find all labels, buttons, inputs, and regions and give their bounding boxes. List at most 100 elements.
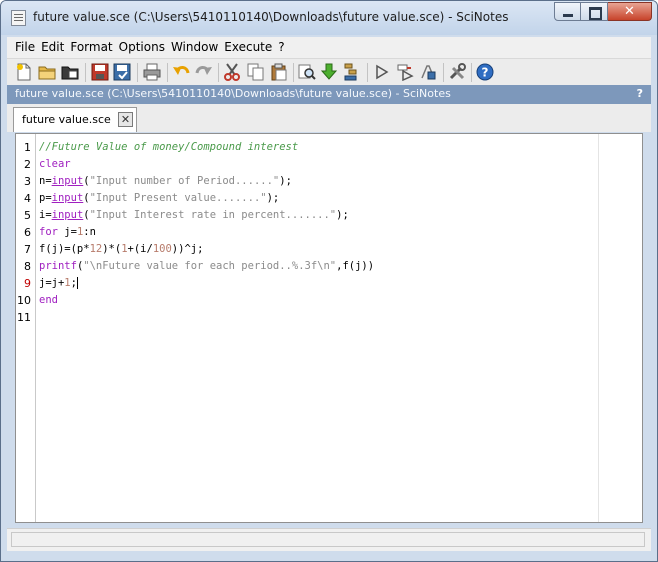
close-button[interactable]: ✕	[608, 2, 652, 21]
code-line[interactable]: 8 printf("\nFuture value for each period.…	[16, 258, 642, 275]
stop-button[interactable]	[419, 63, 437, 81]
line-number: 5	[24, 209, 31, 222]
execute-file-button[interactable]	[320, 63, 338, 81]
save-as-button[interactable]	[113, 63, 131, 81]
line-number: 8	[24, 260, 31, 273]
menu-edit[interactable]: Edit	[38, 37, 67, 58]
open-file-icon	[61, 66, 79, 80]
code-token: "Input Interest rate in percent......."	[89, 209, 337, 221]
code-token: )*(	[102, 243, 122, 255]
code-token: ,f(j))	[336, 260, 375, 272]
line-number: 7	[24, 243, 31, 256]
code-token: for	[39, 226, 58, 238]
toolbar-separator	[137, 63, 138, 82]
code-token: input	[51, 209, 84, 221]
open-folder-button[interactable]	[38, 63, 56, 81]
print-button[interactable]	[143, 63, 161, 81]
help-button[interactable]: ?	[476, 63, 494, 81]
line-number: 11	[17, 311, 31, 324]
menu-file[interactable]: File	[7, 37, 38, 58]
menu-execute[interactable]: Execute	[221, 37, 275, 58]
tab-close-icon[interactable]: ✕	[118, 112, 133, 127]
save-button[interactable]	[91, 63, 109, 81]
execute-file-icon	[320, 63, 338, 80]
code-token: input	[51, 175, 84, 187]
code-line[interactable]: 1 //Future Value of money/Compound intere…	[16, 139, 642, 156]
stop-icon	[421, 65, 436, 80]
code-line[interactable]: 11	[16, 309, 642, 326]
line-number: 10	[17, 294, 31, 307]
tab-future-value[interactable]: future value.sce ✕	[13, 107, 137, 132]
line-code: n=input("Input number of Period......");	[39, 173, 292, 190]
code-token: 100	[152, 243, 172, 255]
find-button[interactable]	[298, 63, 316, 81]
open-file-button[interactable]	[61, 63, 79, 81]
scinotes-app-icon	[11, 10, 26, 26]
menu-window[interactable]: Window	[168, 37, 221, 58]
execute-selection-button[interactable]	[343, 63, 361, 81]
line-code: end	[39, 292, 58, 309]
line-number: 9	[24, 277, 31, 290]
redo-icon	[195, 66, 212, 75]
redo-button[interactable]	[195, 63, 213, 81]
code-token: n=	[39, 175, 52, 187]
line-code: i=input("Input Interest rate in percent.…	[39, 207, 349, 224]
code-token: i=	[39, 209, 52, 221]
code-line[interactable]: 2 clear	[16, 156, 642, 173]
toolbar-separator	[167, 63, 168, 82]
code-token: input	[51, 192, 84, 204]
code-line[interactable]: 4 p=input("Input Present value.......");	[16, 190, 642, 207]
copy-button[interactable]	[247, 63, 265, 81]
toolbar-separator	[293, 63, 294, 82]
code-line[interactable]: 6 for j=1:n	[16, 224, 642, 241]
menu-options[interactable]: Options	[116, 37, 168, 58]
code-line[interactable]: 3 n=input("Input number of Period......")…	[16, 173, 642, 190]
code-token: end	[39, 294, 58, 306]
line-number: 6	[24, 226, 31, 239]
toolbar-separator	[85, 63, 86, 82]
undo-button[interactable]	[172, 63, 190, 81]
code-editor[interactable]: 1 //Future Value of money/Compound intere…	[15, 133, 643, 523]
line-code: p=input("Input Present value.......");	[39, 190, 279, 207]
maximize-icon	[589, 7, 602, 20]
status-field	[11, 532, 645, 547]
code-token: j=	[57, 226, 77, 238]
menu-help[interactable]: ?	[275, 37, 287, 58]
code-token: "Input number of Period......"	[89, 175, 280, 187]
code-line[interactable]: 9 j=j+1;	[16, 275, 642, 292]
paste-button[interactable]	[270, 63, 288, 81]
line-code: j=j+1;	[39, 275, 78, 292]
cut-button[interactable]	[223, 63, 241, 81]
paste-icon	[271, 63, 287, 81]
code-token: );	[336, 209, 349, 221]
code-token: n	[89, 226, 96, 238]
scinotes-window: future value.sce (C:\Users\5410110140\Do…	[0, 0, 658, 562]
code-line[interactable]: 5 i=input("Input Interest rate in percent…	[16, 207, 642, 224]
code-token: ))^j;	[171, 243, 204, 255]
code-token: +(i/	[127, 243, 153, 255]
code-line[interactable]: 7 f(j)=(p*12)*(1+(i/100))^j;	[16, 241, 642, 258]
code-token: clear	[39, 158, 71, 170]
title-bar[interactable]: future value.sce (C:\Users\5410110140\Do…	[1, 1, 657, 35]
run-until-button[interactable]	[396, 63, 414, 82]
menu-format[interactable]: Format	[67, 37, 115, 58]
text-caret	[76, 277, 78, 289]
maximize-button[interactable]	[581, 2, 608, 21]
print-icon	[143, 63, 161, 81]
code-token: f(j)=(p*	[39, 243, 90, 255]
code-token: //Future Value of money/Compound interes…	[39, 141, 299, 153]
run-button[interactable]	[373, 63, 391, 81]
code-line[interactable]: 10 end	[16, 292, 642, 309]
toolbar-separator	[367, 63, 368, 82]
docbar-help-icon[interactable]: ?	[637, 87, 643, 100]
new-file-button[interactable]	[15, 63, 33, 81]
toolbar-separator	[443, 63, 444, 82]
document-title: future value.sce (C:\Users\5410110140\Do…	[15, 87, 451, 100]
new-file-icon	[17, 63, 31, 81]
minimize-button[interactable]	[554, 2, 581, 21]
code-token: );	[266, 192, 280, 204]
settings-button[interactable]	[448, 63, 466, 81]
minimize-icon	[563, 14, 573, 17]
window-title: future value.sce (C:\Users\5410110140\Do…	[33, 10, 509, 24]
code-token: j=j+	[39, 277, 65, 289]
